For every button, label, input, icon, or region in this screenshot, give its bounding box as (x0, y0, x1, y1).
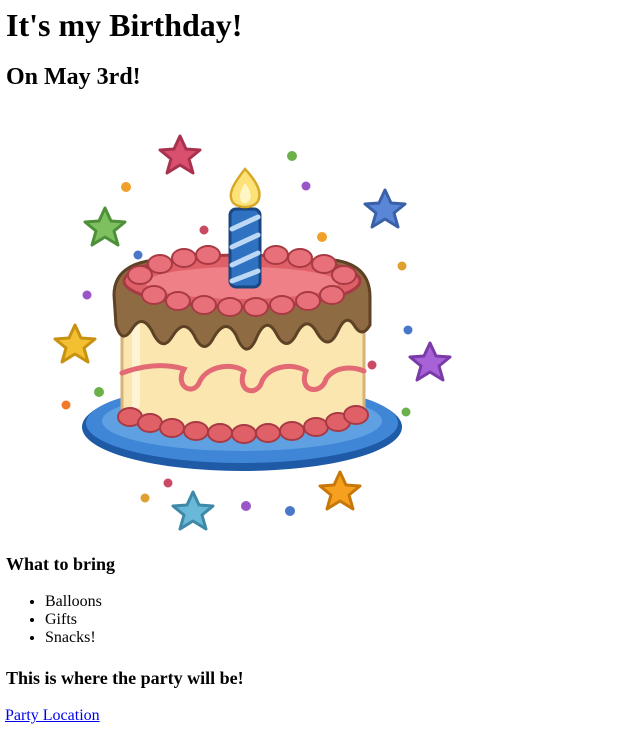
page-title: It's my Birthday! (6, 7, 243, 43)
list-item: Gifts (45, 611, 102, 629)
candle (228, 197, 262, 289)
page-subtitle: On May 3rd! (6, 64, 141, 90)
page: It's my Birthday! On May 3rd! What to br… (0, 0, 631, 752)
party-location-link[interactable]: Party Location (5, 706, 100, 726)
flame (229, 167, 261, 209)
star-teal (171, 490, 215, 531)
birthday-cake-image (44, 125, 464, 545)
star-pink (158, 134, 202, 175)
star-blue (363, 188, 407, 229)
list-item: Snacks! (45, 629, 102, 647)
star-orange (318, 470, 362, 511)
birthday-cake-icon (53, 134, 452, 531)
what-to-bring-heading: What to bring (6, 554, 116, 574)
bring-list: Balloons Gifts Snacks! (6, 593, 102, 647)
star-purple (408, 341, 452, 382)
star-yellow (53, 323, 97, 364)
list-item: Balloons (45, 593, 102, 611)
party-location-heading: This is where the party will be! (6, 668, 244, 688)
star-green (83, 206, 127, 247)
